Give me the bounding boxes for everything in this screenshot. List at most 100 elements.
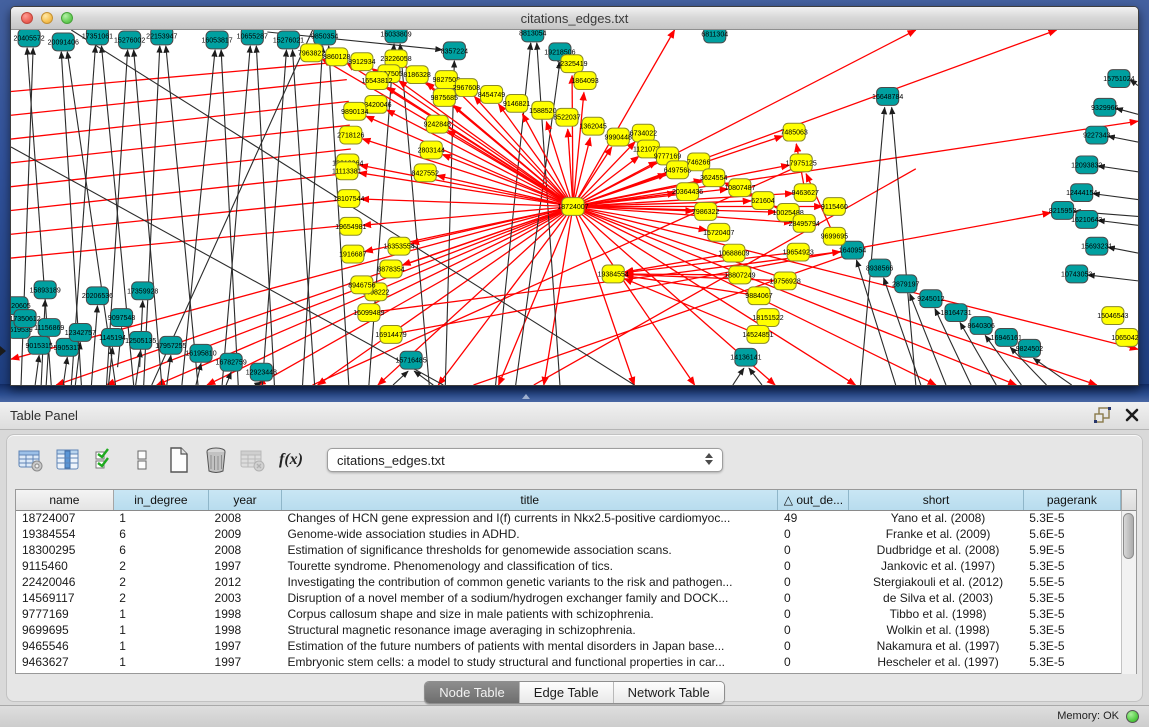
- graph-node[interactable]: 9463627: [792, 184, 819, 202]
- graph-node[interactable]: 9824502: [1016, 339, 1043, 357]
- graph-node[interactable]: 12505135: [125, 331, 156, 349]
- graph-edge[interactable]: [573, 207, 1016, 385]
- table-cell[interactable]: 1: [113, 606, 208, 622]
- table-cell[interactable]: 2008: [209, 542, 282, 558]
- graph-node[interactable]: 20405572: [13, 30, 44, 47]
- table-cell[interactable]: 22420046: [16, 574, 113, 590]
- table-row[interactable]: 2242004622012Investigating the contribut…: [16, 574, 1121, 590]
- graph-node[interactable]: 7986322: [692, 203, 719, 221]
- graph-node[interactable]: 16648784: [872, 88, 903, 106]
- graph-node[interactable]: 15046543: [1097, 307, 1128, 325]
- column-header-out_de[interactable]: △ out_de...: [778, 490, 849, 510]
- tab-edge-table[interactable]: Edge Table: [520, 682, 614, 703]
- graph-edge[interactable]: [292, 50, 314, 385]
- table-row[interactable]: 977716911998Corpus callosum shape and si…: [16, 606, 1121, 622]
- graph-node[interactable]: 1916687: [339, 245, 366, 263]
- graph-node[interactable]: 8946756: [348, 276, 375, 294]
- graph-node[interactable]: 2879197: [892, 275, 919, 293]
- table-cell[interactable]: 9463627: [16, 654, 113, 670]
- table-cell[interactable]: 0: [778, 622, 849, 638]
- graph-node[interactable]: 17975125: [786, 154, 817, 172]
- graph-node[interactable]: 9242848: [424, 115, 451, 133]
- table-cell[interactable]: 1997: [209, 638, 282, 654]
- table-cell[interactable]: 2: [113, 590, 208, 606]
- table-cell[interactable]: 1998: [209, 622, 282, 638]
- table-cell[interactable]: 18300295: [16, 542, 113, 558]
- graph-edge[interactable]: [573, 138, 590, 207]
- graph-edge[interactable]: [573, 30, 1057, 207]
- graph-node[interactable]: 8640306: [968, 317, 995, 335]
- new-document-button[interactable]: [165, 446, 193, 474]
- column-header-pagerank[interactable]: pagerank: [1023, 490, 1120, 510]
- table-cell[interactable]: Genome-wide association studies in ADHD.: [281, 526, 778, 542]
- panel-divider-grip-icon[interactable]: [522, 394, 530, 399]
- graph-node[interactable]: 18107544: [333, 190, 364, 208]
- graph-edge[interactable]: [182, 50, 215, 385]
- graph-node[interactable]: 1145194: [99, 328, 126, 346]
- table-cell[interactable]: 0: [778, 526, 849, 542]
- table-row[interactable]: 946554611997Estimation of the future num…: [16, 638, 1121, 654]
- graph-node[interactable]: 16914479: [375, 326, 406, 344]
- trash-button[interactable]: [202, 446, 230, 474]
- table-cell[interactable]: 5.3E-5: [1023, 558, 1120, 574]
- function-builder-button[interactable]: f(x): [276, 446, 306, 474]
- graph-node[interactable]: 9245012: [917, 290, 944, 308]
- graph-node[interactable]: 9850354: [311, 30, 338, 45]
- table-cell[interactable]: 5.3E-5: [1023, 510, 1120, 526]
- table-cell[interactable]: Embryonic stem cells: a model to study s…: [281, 654, 778, 670]
- table-row[interactable]: 1830029562008Estimation of significance …: [16, 542, 1121, 558]
- graph-node[interactable]: 746266: [687, 153, 711, 171]
- graph-node[interactable]: 12444154: [1066, 184, 1097, 202]
- table-cell[interactable]: 9465546: [16, 638, 113, 654]
- table-cell[interactable]: 2003: [209, 590, 282, 606]
- graph-edge[interactable]: [573, 207, 1138, 350]
- table-cell[interactable]: 1997: [209, 558, 282, 574]
- table-cell[interactable]: Investigating the contribution of common…: [281, 574, 778, 590]
- table-cell[interactable]: 1: [113, 622, 208, 638]
- graph-node[interactable]: 9875685: [431, 89, 458, 107]
- vertical-scrollbar[interactable]: [1121, 511, 1136, 674]
- graph-node[interactable]: 9990448: [605, 128, 632, 146]
- graph-edge[interactable]: [91, 306, 97, 385]
- column-header-short[interactable]: short: [849, 490, 1023, 510]
- graph-node[interactable]: 3624554: [700, 169, 727, 187]
- graph-node[interactable]: 9097548: [108, 309, 135, 327]
- graph-node[interactable]: 14136141: [730, 348, 761, 366]
- table-cell[interactable]: 5.3E-5: [1023, 622, 1120, 638]
- graph-node[interactable]: 8938566: [866, 259, 893, 277]
- table-cell[interactable]: 0: [778, 574, 849, 590]
- row-boxes-button[interactable]: [128, 446, 156, 474]
- row-check-button[interactable]: [91, 446, 119, 474]
- graph-node[interactable]: 8357224: [441, 42, 468, 60]
- graph-edge[interactable]: [892, 107, 916, 385]
- graph-node[interactable]: 12093832: [1071, 156, 1102, 174]
- graph-node[interactable]: 20091406: [48, 33, 79, 51]
- column-select-button[interactable]: [54, 446, 82, 474]
- table-cell[interactable]: Corpus callosum shape and size in male p…: [281, 606, 778, 622]
- graph-node[interactable]: 16195810: [185, 344, 216, 362]
- graph-node[interactable]: 2718126: [337, 126, 364, 144]
- table-cell[interactable]: Changes of HCN gene expression and I(f) …: [281, 510, 778, 526]
- table-cell[interactable]: 5.6E-5: [1023, 526, 1120, 542]
- graph-edge[interactable]: [1093, 194, 1138, 200]
- graph-node[interactable]: 16543812: [361, 72, 392, 90]
- table-cell[interactable]: Wolkin et al. (1998): [849, 622, 1023, 638]
- graph-node[interactable]: 9699695: [821, 227, 848, 245]
- table-cell[interactable]: 14569117: [16, 590, 113, 606]
- table-cell[interactable]: 6: [113, 542, 208, 558]
- table-cell[interactable]: 1: [113, 510, 208, 526]
- table-cell[interactable]: 0: [778, 606, 849, 622]
- graph-edge[interactable]: [1108, 136, 1138, 142]
- side-panel-handle-icon[interactable]: [0, 346, 6, 356]
- table-cell[interactable]: 49: [778, 510, 849, 526]
- graph-node[interactable]: 12923448: [246, 363, 277, 381]
- graph-node[interactable]: 15716485: [396, 351, 427, 369]
- graph-node[interactable]: 17957255: [155, 336, 186, 354]
- table-cell[interactable]: 19384554: [16, 526, 113, 542]
- table-cell[interactable]: Tourette syndrome. Phenomenology and cla…: [281, 558, 778, 574]
- table-cell[interactable]: 0: [778, 590, 849, 606]
- table-cell[interactable]: 2009: [209, 526, 282, 542]
- graph-node[interactable]: 8454749: [478, 86, 505, 104]
- import-table-disabled-button[interactable]: [239, 446, 267, 474]
- graph-node[interactable]: 10655287: [237, 30, 268, 45]
